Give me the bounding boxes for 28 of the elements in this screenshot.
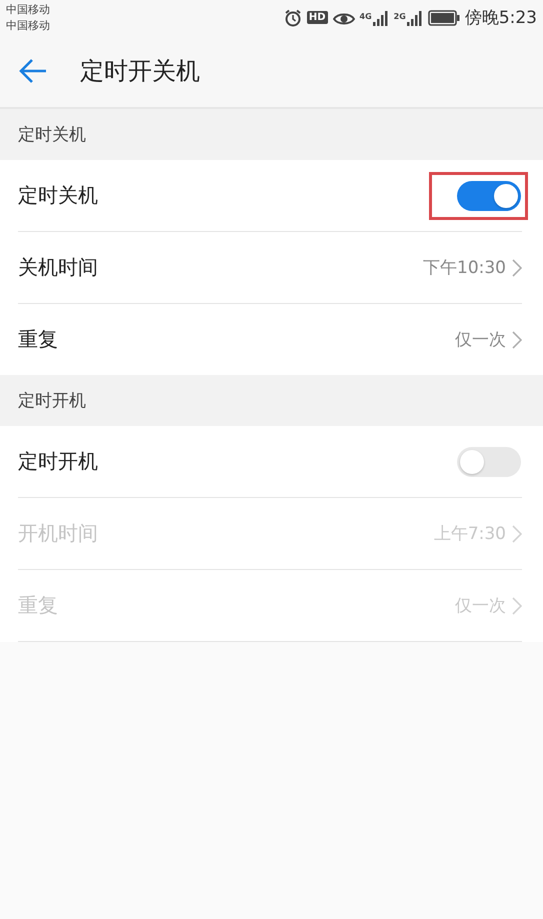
chevron-icon <box>512 330 522 348</box>
setting-value[interactable]: 下午10:30 <box>423 256 506 279</box>
setting-label: 开机时间 <box>18 520 99 547</box>
setting-label: 定时关机 <box>18 182 99 209</box>
setting-label: 重复 <box>18 326 59 353</box>
setting-label: 定时开机 <box>18 448 99 475</box>
setting-label: 重复 <box>18 592 59 619</box>
network-label: 4G <box>360 12 372 21</box>
carrier-name: 中国移动 <box>6 18 50 34</box>
signal-icon <box>372 10 389 26</box>
hd-badge: HD <box>306 11 328 24</box>
carrier-name: 中国移动 <box>6 2 50 18</box>
network-label: 2G <box>394 12 406 21</box>
chevron-icon <box>512 258 522 276</box>
toggle-switch[interactable] <box>457 446 521 476</box>
toggle-switch[interactable] <box>457 180 521 210</box>
clock-time: 傍晚5:23 <box>464 7 537 29</box>
chevron-icon <box>512 596 522 614</box>
back-arrow-icon[interactable] <box>18 58 48 84</box>
battery-icon <box>428 10 460 26</box>
chevron-icon <box>512 524 522 542</box>
alarm-icon <box>284 8 302 26</box>
section-heading: 定时关机 <box>18 124 86 146</box>
setting-value[interactable]: 仅一次 <box>455 328 506 351</box>
section-heading: 定时开机 <box>18 390 86 412</box>
setting-label: 关机时间 <box>18 254 99 281</box>
page-title: 定时开关机 <box>80 56 200 87</box>
signal-icon <box>406 10 423 26</box>
